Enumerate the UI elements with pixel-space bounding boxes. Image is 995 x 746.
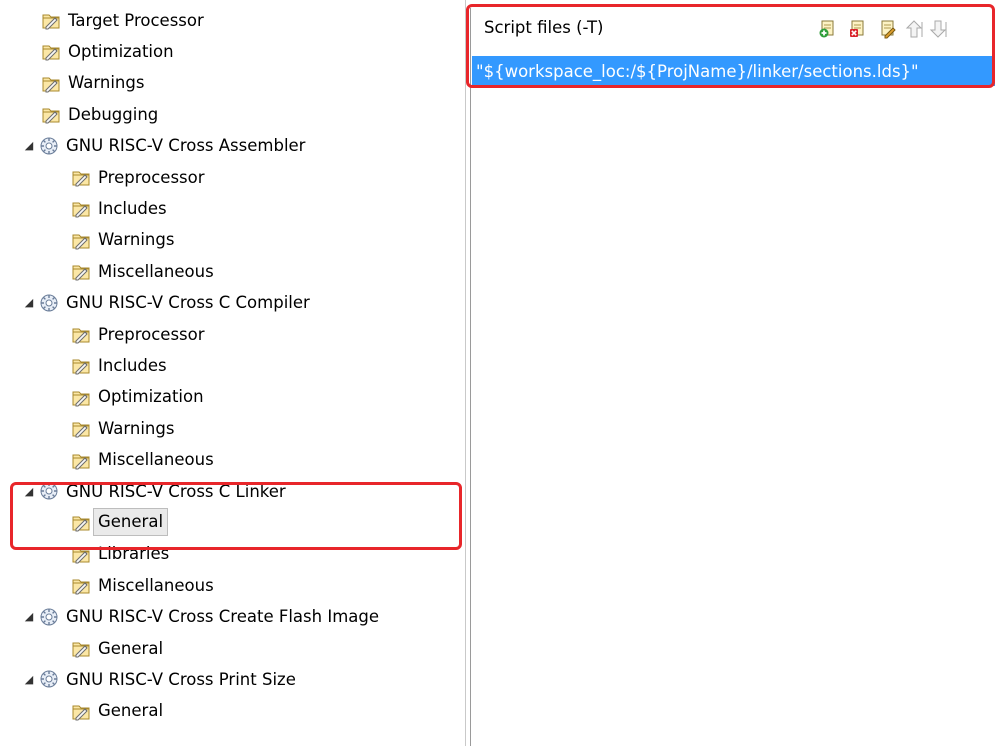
- tree-item-label: Debugging: [68, 104, 159, 124]
- option-folder-icon: [40, 72, 62, 94]
- tree-item-label: Target Processor: [68, 10, 204, 30]
- option-folder-icon: [70, 637, 92, 659]
- tree-item-label: GNU RISC-V Cross C Compiler: [66, 293, 310, 313]
- tool-settings-tree: Target Processor Optimization Warnings Debu…: [10, 6, 465, 746]
- option-folder-icon: [70, 323, 92, 345]
- collapse-icon[interactable]: ◢: [20, 485, 38, 498]
- tree-item-label: Includes: [98, 198, 167, 218]
- tree-item-includes[interactable]: Includes: [70, 351, 167, 379]
- script-files-panel: Script files (-T) "${workspace_loc:/${Pr…: [470, 8, 995, 746]
- option-folder-icon: [70, 543, 92, 565]
- tree-item-target-processor[interactable]: Target Processor: [40, 6, 204, 34]
- collapse-icon[interactable]: ◢: [20, 610, 38, 623]
- panel-title: Script files (-T): [484, 18, 604, 37]
- tree-item-libraries[interactable]: Libraries: [70, 540, 169, 568]
- tree-item-label: Libraries: [98, 544, 170, 564]
- tree-item-preprocessor[interactable]: Preprocessor: [70, 163, 205, 191]
- tree-item-optimization[interactable]: Optimization: [40, 37, 174, 65]
- tree-item-optimization[interactable]: Optimization: [70, 383, 204, 411]
- tree-item-miscellaneous[interactable]: Miscellaneous: [70, 446, 214, 474]
- tool-gear-icon: [38, 480, 60, 502]
- option-folder-icon: [70, 354, 92, 376]
- tree-item-preprocessor[interactable]: Preprocessor: [70, 320, 205, 348]
- tree-item-label: GNU RISC-V Cross Assembler: [66, 136, 306, 156]
- option-folder-icon: [70, 260, 92, 282]
- tree-item-general[interactable]: General: [70, 697, 163, 725]
- tree-item-label: Miscellaneous: [98, 261, 214, 281]
- tree-item-miscellaneous[interactable]: Miscellaneous: [70, 571, 214, 599]
- option-folder-icon: [40, 103, 62, 125]
- delete-icon[interactable]: [846, 17, 870, 41]
- tree-item-general[interactable]: General: [70, 634, 163, 662]
- tree-item-label: GNU RISC-V Cross Print Size: [66, 669, 296, 689]
- add-icon[interactable]: [816, 17, 840, 41]
- tool-gear-icon: [38, 606, 60, 628]
- option-folder-icon: [40, 40, 62, 62]
- tree-item-label: GNU RISC-V Cross Create Flash Image: [66, 607, 380, 627]
- panel-left-border: [470, 8, 471, 746]
- tree-item-label: General: [93, 508, 169, 537]
- tree-item-warnings[interactable]: Warnings: [70, 414, 174, 442]
- tree-item-label: Optimization: [98, 387, 204, 407]
- option-folder-icon: [70, 574, 92, 596]
- tree-item-warnings[interactable]: Warnings: [70, 226, 174, 254]
- tree-item-label: GNU RISC-V Cross C Linker: [66, 481, 286, 501]
- tree-item-label: Preprocessor: [98, 324, 205, 344]
- tree-tool-gnu-risc-v-cross-print-size[interactable]: ◢ GNU RISC-V Cross Print Size: [20, 665, 296, 693]
- tree-item-label: Optimization: [68, 41, 174, 61]
- option-folder-icon: [70, 417, 92, 439]
- tree-tool-gnu-risc-v-cross-assembler[interactable]: ◢ GNU RISC-V Cross Assembler: [20, 132, 306, 160]
- tree-tool-gnu-risc-v-cross-c-compiler[interactable]: ◢ GNU RISC-V Cross C Compiler: [20, 289, 310, 317]
- option-folder-icon: [70, 700, 92, 722]
- tree-item-label: Warnings: [68, 73, 145, 93]
- move-down-icon[interactable]: [926, 17, 950, 41]
- collapse-icon[interactable]: ◢: [20, 673, 38, 686]
- tree-item-general[interactable]: General: [70, 508, 169, 537]
- option-folder-icon: [70, 386, 92, 408]
- panel-header: Script files (-T): [470, 8, 995, 52]
- collapse-icon[interactable]: ◢: [20, 139, 38, 152]
- tree-item-label: Warnings: [98, 418, 175, 438]
- tool-gear-icon: [38, 135, 60, 157]
- tree-tool-gnu-risc-v-cross-create-flash-image[interactable]: ◢ GNU RISC-V Cross Create Flash Image: [20, 603, 379, 631]
- tree-panel-divider: [465, 0, 466, 746]
- tree-item-label: Preprocessor: [98, 167, 205, 187]
- tree-tool-gnu-risc-v-cross-c-linker[interactable]: ◢ GNU RISC-V Cross C Linker: [20, 477, 286, 505]
- option-folder-icon: [70, 511, 92, 533]
- tree-item-warnings[interactable]: Warnings: [40, 69, 144, 97]
- option-folder-icon: [70, 449, 92, 471]
- tree-item-label: General: [98, 638, 164, 658]
- tree-item-label: Miscellaneous: [98, 575, 214, 595]
- option-folder-icon: [70, 166, 92, 188]
- tree-item-includes[interactable]: Includes: [70, 194, 167, 222]
- tool-gear-icon: [38, 292, 60, 314]
- collapse-icon[interactable]: ◢: [20, 296, 38, 309]
- tree-item-label: Warnings: [98, 230, 175, 250]
- option-folder-icon: [70, 229, 92, 251]
- tree-item-debugging[interactable]: Debugging: [40, 100, 158, 128]
- option-folder-icon: [40, 9, 62, 31]
- edit-icon[interactable]: [876, 17, 900, 41]
- tree-item-label: General: [98, 701, 164, 721]
- tree-item-label: Includes: [98, 355, 167, 375]
- tree-item-miscellaneous[interactable]: Miscellaneous: [70, 257, 214, 285]
- tree-item-label: Miscellaneous: [98, 450, 214, 470]
- move-up-icon[interactable]: [902, 17, 926, 41]
- option-folder-icon: [70, 197, 92, 219]
- tool-gear-icon: [38, 668, 60, 690]
- script-file-item[interactable]: "${workspace_loc:/${ProjName}/linker/sec…: [472, 56, 995, 86]
